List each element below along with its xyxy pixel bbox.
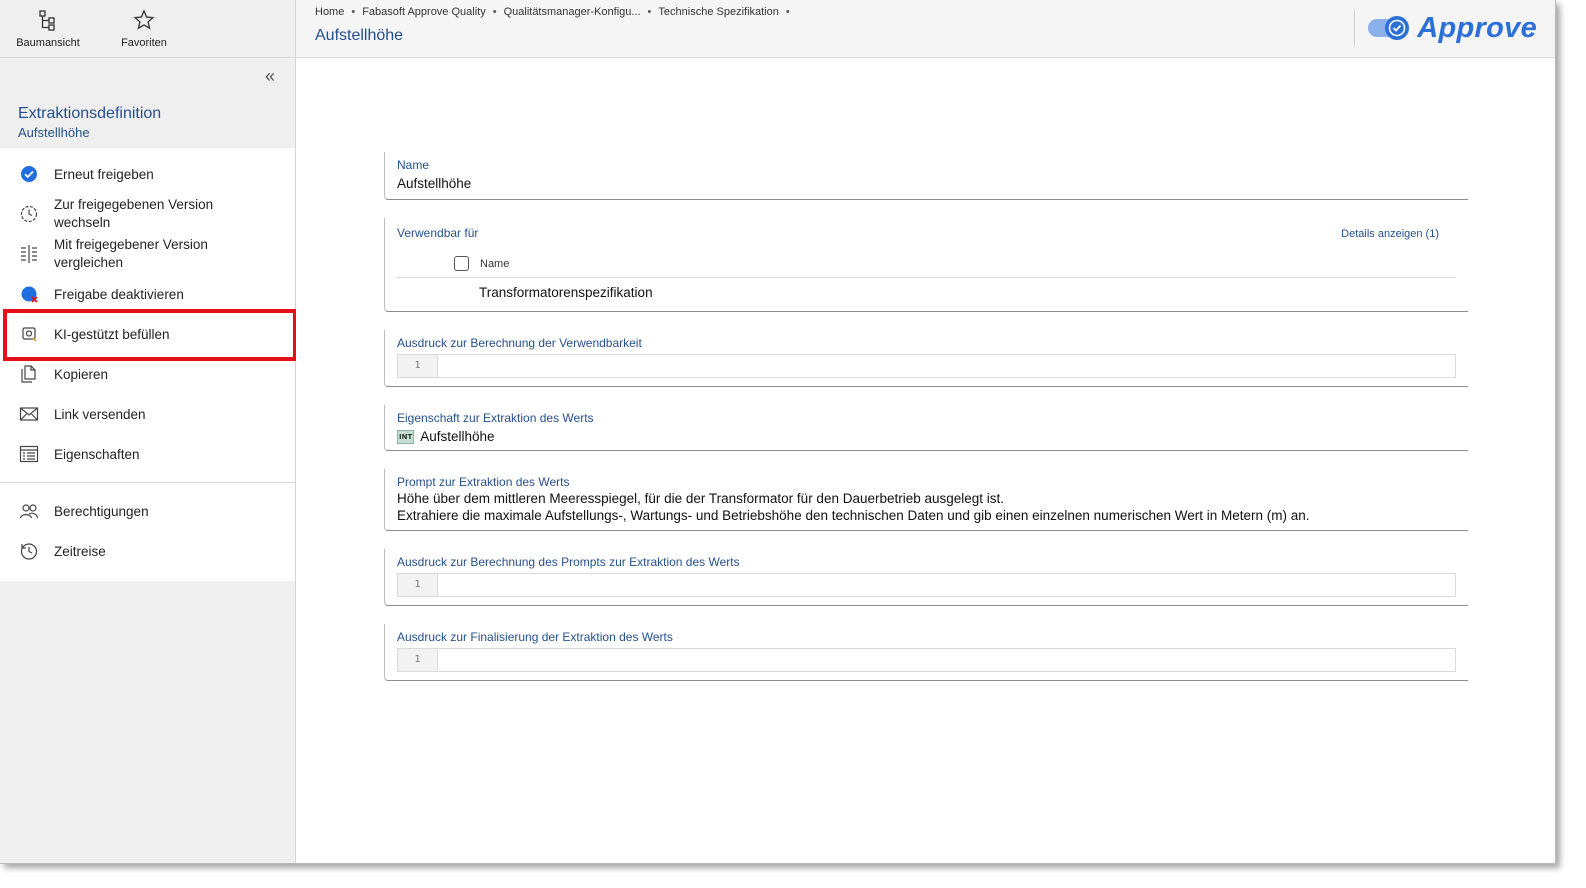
action-label: Freigabe deaktivieren [54,286,184,302]
action-label: Zur freigegebenen Version wechseln [54,197,214,230]
switch-version-icon [18,203,40,225]
action-switch-version[interactable]: Zur freigegebenen Version wechseln [0,194,295,234]
field-label: Eigenschaft zur Extraktion des Werts [397,411,594,425]
code-area[interactable] [438,574,1455,596]
ai-fill-icon [18,323,40,345]
action-copy[interactable]: Kopieren [0,354,295,394]
history-icon [18,540,40,562]
header: Home • Fabasoft Approve Quality • Qualit… [296,0,1555,58]
table-header: Name [397,256,1456,278]
app-window: Baumansicht Favoriten « Extraktionsdefin… [0,0,1556,864]
action-compare-version[interactable]: Mit freigegebener Version vergleichen [0,234,295,274]
main-content: Name Aufstellhöhe Verwendbar für Details… [296,58,1555,863]
breadcrumb-separator: • [492,6,497,18]
code-area[interactable] [438,649,1455,671]
int-type-icon: INT [397,429,415,444]
column-header-name[interactable]: Name [480,258,509,270]
object-name: Aufstellhöhe [18,125,90,140]
action-label: Link versenden [54,406,146,422]
tree-view-label: Baumansicht [16,37,80,49]
breadcrumb-quality-config[interactable]: Qualitätsmanager-Konfigu... [504,6,641,18]
usable-for-field: Verwendbar für Details anzeigen (1) Name… [384,218,1468,312]
line-number: 1 [398,574,438,596]
select-all-checkbox[interactable] [454,256,469,271]
tree-view-button[interactable]: Baumansicht [0,0,96,57]
breadcrumb-separator: • [647,6,652,18]
field-label: Ausdruck zur Finalisierung der Extraktio… [397,630,673,644]
approve-logo-icon [1368,16,1410,40]
tree-view-icon [39,10,55,31]
properties-icon [18,443,40,465]
usability-expression-editor[interactable]: 1 [397,354,1456,378]
action-label: Mit freigegebener Version vergleichen [54,237,208,270]
mail-icon [18,403,40,425]
field-label: Prompt zur Extraktion des Werts [397,475,570,489]
breadcrumb-home[interactable]: Home [315,6,344,18]
extraction-property-field[interactable]: Eigenschaft zur Extraktion des Werts INT… [384,405,1468,451]
finalize-expression-editor[interactable]: 1 [397,648,1456,672]
line-number: 1 [398,649,438,671]
prompt-line-2: Extrahiere die maximale Aufstellungs-, W… [397,508,1310,523]
prompt-field[interactable]: Prompt zur Extraktion des Werts Höhe übe… [384,469,1468,531]
check-circle-icon [18,163,40,185]
property-form: Name Aufstellhöhe Verwendbar für Details… [384,152,1468,699]
prompt-expression-field: Ausdruck zur Berechnung des Prompts zur … [384,549,1468,606]
action-label: Kopieren [54,366,109,382]
approve-logo[interactable]: Approve [1354,10,1537,46]
logo-text: Approve [1417,11,1537,44]
breadcrumb-separator: • [351,6,356,18]
name-field[interactable]: Name Aufstellhöhe [384,152,1468,200]
field-label: Verwendbar für [397,226,479,240]
usability-expression-field: Ausdruck zur Berechnung der Verwendbarke… [384,330,1468,387]
action-permissions[interactable]: Berechtigungen [0,491,295,531]
object-header: Extraktionsdefinition Aufstellhöhe [0,58,295,148]
field-label: Name [397,158,430,172]
prompt-line-1: Höhe über dem mittleren Meeresspiegel, f… [397,491,1005,506]
action-label: Eigenschaften [54,446,140,462]
action-time-travel[interactable]: Zeitreise [0,531,295,571]
breadcrumb-technical-spec[interactable]: Technische Spezifikation [658,6,778,18]
compare-icon [18,243,40,265]
action-properties[interactable]: Eigenschaften [0,434,295,474]
sidebar: Baumansicht Favoriten « Extraktionsdefin… [0,0,296,863]
prompt-expression-editor[interactable]: 1 [397,573,1456,597]
action-deactivate-release[interactable]: Freigabe deaktivieren [0,274,295,314]
action-label: Berechtigungen [54,503,149,519]
action-rerelease[interactable]: Erneut freigeben [0,154,295,194]
extraction-property-value[interactable]: Aufstellhöhe [420,429,494,444]
action-ai-fill[interactable]: KI-gestützt befüllen [0,314,295,354]
action-label: Erneut freigeben [54,166,154,182]
favorites-label: Favoriten [121,37,167,49]
action-label: KI-gestützt befüllen [54,326,170,342]
deactivate-release-icon [18,283,40,305]
field-label: Ausdruck zur Berechnung der Verwendbarke… [397,336,642,350]
action-send-link[interactable]: Link versenden [0,394,295,434]
secondary-action-list: Berechtigungen Zeitreise [0,483,295,581]
copy-icon [18,363,40,385]
breadcrumb-separator: • [785,6,790,18]
field-label: Ausdruck zur Berechnung des Prompts zur … [397,555,740,569]
page-title: Aufstellhöhe [315,27,404,44]
line-number: 1 [398,355,438,377]
object-type: Extraktionsdefinition [18,105,162,122]
finalize-expression-field: Ausdruck zur Finalisierung der Extraktio… [384,624,1468,681]
sidebar-toolbar: Baumansicht Favoriten [0,0,295,58]
name-value: Aufstellhöhe [397,176,472,191]
favorites-button[interactable]: Favoriten [96,0,192,57]
code-area[interactable] [438,355,1455,377]
breadcrumb: Home • Fabasoft Approve Quality • Qualit… [315,6,790,18]
action-list: Erneut freigeben Zur freigegebenen Versi… [0,148,295,483]
star-icon [133,9,155,30]
breadcrumb-approve-quality[interactable]: Fabasoft Approve Quality [362,6,486,18]
table-row[interactable]: Transformatorenspezifikation [397,278,1456,305]
action-label: Zeitreise [54,543,106,559]
collapse-sidebar-icon[interactable]: « [265,67,275,85]
users-icon [18,500,40,522]
details-link[interactable]: Details anzeigen (1) [1341,228,1439,244]
